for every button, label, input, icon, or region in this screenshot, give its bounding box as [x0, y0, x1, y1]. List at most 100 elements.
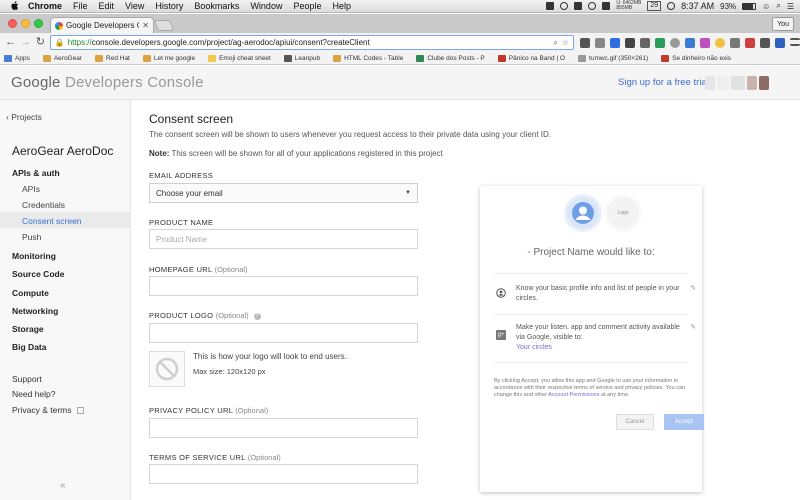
wifi-icon[interactable]	[588, 2, 597, 10]
extension-icon-3[interactable]	[610, 37, 620, 48]
extension-icon-9[interactable]	[700, 37, 710, 48]
volume-icon[interactable]	[602, 2, 611, 10]
clock-time[interactable]: 8:37 AM	[681, 1, 714, 11]
sync-icon[interactable]	[560, 2, 569, 10]
help-icon[interactable]: ?	[253, 312, 261, 320]
sidebar-item-apis-auth[interactable]: APIs & auth	[12, 168, 60, 178]
back-arrow-icon[interactable]: ←	[5, 37, 16, 48]
lock-icon[interactable]: 🔒	[55, 38, 65, 47]
bookmark-item[interactable]: Leanpub	[283, 54, 320, 62]
bookmark-item[interactable]: Se dinheiro não exis	[661, 54, 731, 62]
developers-console-logo[interactable]: Google Developers Console	[11, 74, 204, 91]
battery-percent[interactable]: 93%	[720, 2, 736, 11]
preview-accept-button[interactable]: Accept	[664, 414, 704, 430]
page-note: Note: This screen will be shown for all …	[149, 149, 443, 158]
user-menu-icon[interactable]: ☺	[762, 2, 770, 11]
bookmark-item[interactable]: Pânico na Band | O	[497, 54, 566, 62]
account-permissions-link[interactable]: Account Permissions	[548, 392, 599, 398]
notification-center-icon[interactable]: ☰	[787, 2, 794, 11]
spotlight-search-icon[interactable]: ⌕	[776, 1, 780, 11]
extension-icon-7[interactable]	[670, 37, 680, 48]
battery-icon[interactable]	[742, 2, 757, 10]
sidebar-item-support[interactable]: Support	[12, 374, 42, 384]
extension-icon-4[interactable]	[625, 37, 635, 48]
extension-icon-10[interactable]	[715, 37, 725, 48]
bookmark-star-icon[interactable]: ☆	[562, 38, 569, 48]
account-avatar[interactable]	[705, 75, 771, 91]
bookmark-item[interactable]: Clube dos Posts - P	[416, 54, 485, 62]
sidebar-item-compute[interactable]: Compute	[12, 288, 49, 298]
apple-icon[interactable]	[10, 1, 20, 11]
menu-view[interactable]: View	[125, 1, 144, 11]
reload-icon[interactable]: ↻	[35, 37, 46, 48]
extension-icon-11[interactable]	[730, 37, 740, 48]
menu-file[interactable]: File	[73, 1, 88, 11]
extension-icon-5[interactable]	[640, 37, 650, 48]
chrome-menu-icon[interactable]	[790, 37, 800, 46]
tab-close-icon[interactable]: ✕	[142, 21, 149, 30]
menu-people[interactable]: People	[293, 1, 321, 11]
email-select[interactable]: Choose your email ▼	[149, 183, 418, 203]
menu-window[interactable]: Window	[250, 1, 282, 11]
bookmark-item[interactable]: tumwc.gif (350×261)	[578, 54, 648, 62]
bookmark-item[interactable]: HTML Codes - Table	[333, 54, 403, 62]
product-name-input[interactable]: Product Name	[149, 229, 418, 249]
sidebar-item-apis[interactable]: APIs	[22, 184, 40, 194]
pencil-icon[interactable]: ✎	[690, 323, 696, 331]
sidebar-item-projects[interactable]: ‹ Projects	[6, 112, 42, 122]
browser-tab-active[interactable]: Google Developers Console ✕	[50, 17, 154, 33]
signup-free-trial-link[interactable]: Sign up for a free trial.	[618, 77, 711, 88]
extension-icon-1[interactable]	[580, 37, 590, 48]
collapse-sidebar-icon[interactable]: «	[60, 480, 66, 491]
window-minimize-button[interactable]	[21, 19, 30, 28]
dropbox-icon[interactable]	[546, 2, 555, 10]
address-url[interactable]: https://console.developers.google.com/pr…	[68, 38, 554, 47]
sidebar-item-need-help[interactable]: Need help?	[12, 389, 55, 399]
extension-icon-13[interactable]	[760, 37, 770, 48]
sidebar-item-networking[interactable]: Networking	[12, 306, 58, 316]
bookmark-item[interactable]: Emoji cheat sheet	[208, 54, 271, 62]
app-status-icon[interactable]	[574, 2, 583, 10]
forward-arrow-icon[interactable]: →	[20, 37, 31, 48]
calendar-badge[interactable]: 29	[647, 1, 662, 11]
bookmark-item[interactable]: Red Hat	[95, 54, 130, 62]
bookmark-item[interactable]: Apps	[4, 54, 30, 62]
product-logo-input[interactable]	[149, 323, 418, 343]
bookmark-label: Pânico na Band | O	[508, 54, 566, 62]
new-tab-button[interactable]	[153, 20, 175, 31]
sidebar-item-push[interactable]: Push	[22, 232, 41, 242]
sidebar-item-big-data[interactable]: Big Data	[12, 342, 46, 352]
homepage-url-input[interactable]	[149, 276, 418, 296]
sidebar-item-consent-screen[interactable]: Consent screen	[22, 216, 82, 226]
profile-button[interactable]: You	[772, 17, 794, 31]
external-link-icon	[76, 407, 84, 415]
search-icon[interactable]: ⌕	[553, 38, 557, 48]
sidebar-item-privacy-terms[interactable]: Privacy & terms	[12, 405, 84, 415]
bookmark-item[interactable]: AeroGear	[42, 54, 82, 62]
your-circles-link[interactable]: Your circles	[516, 344, 552, 351]
terms-of-service-url-input[interactable]	[149, 464, 418, 484]
extension-icon-14[interactable]	[775, 37, 785, 48]
menu-app-name[interactable]: Chrome	[28, 1, 62, 11]
sidebar-item-monitoring[interactable]: Monitoring	[12, 251, 56, 261]
window-zoom-button[interactable]	[34, 19, 43, 28]
extension-icon-12[interactable]	[745, 37, 755, 48]
pencil-icon[interactable]: ✎	[690, 284, 696, 292]
extension-icon-6[interactable]	[655, 37, 665, 48]
menu-history[interactable]: History	[155, 1, 183, 11]
preview-cancel-button[interactable]: Cancel	[616, 414, 654, 430]
extension-icon-8[interactable]	[685, 37, 695, 48]
homepage-label: HOMEPAGE URL (Optional)	[149, 265, 248, 274]
privacy-policy-url-input[interactable]	[149, 418, 418, 438]
menu-bookmarks[interactable]: Bookmarks	[194, 1, 239, 11]
extension-icon-2[interactable]	[595, 37, 605, 48]
address-bar[interactable]: 🔒 https://console.developers.google.com/…	[49, 35, 574, 50]
menu-edit[interactable]: Edit	[99, 1, 115, 11]
bookmark-item[interactable]: Let me google	[142, 54, 195, 62]
menu-help[interactable]: Help	[332, 1, 351, 11]
sidebar-item-storage[interactable]: Storage	[12, 324, 44, 334]
sidebar-item-credentials[interactable]: Credentials	[22, 200, 65, 210]
window-close-button[interactable]	[8, 19, 17, 28]
sidebar-item-source-code[interactable]: Source Code	[12, 269, 64, 279]
logo-placeholder	[149, 351, 185, 387]
